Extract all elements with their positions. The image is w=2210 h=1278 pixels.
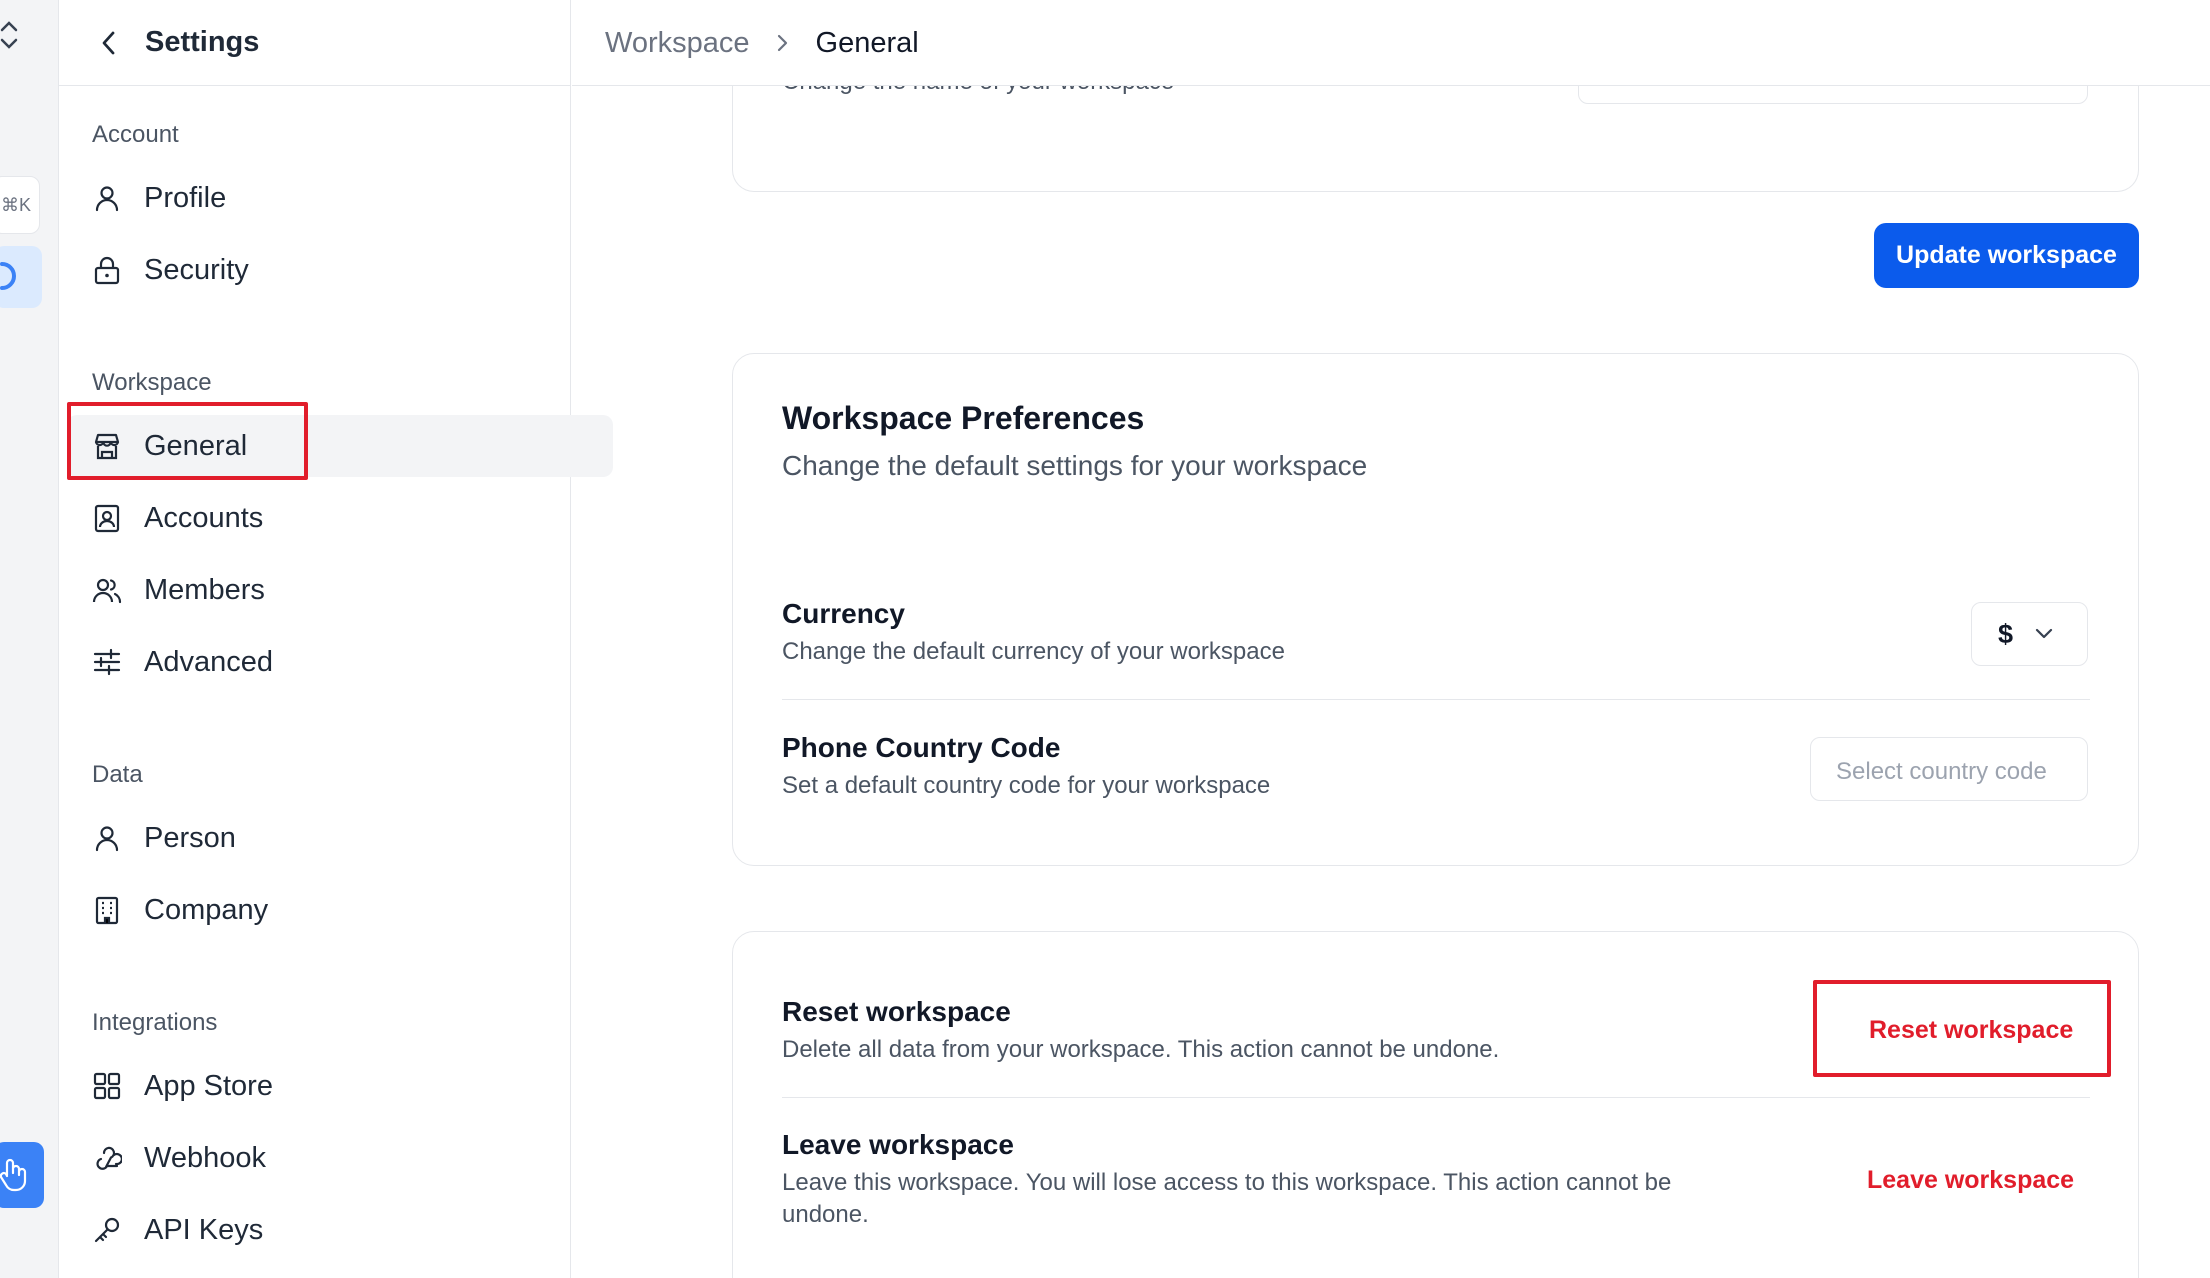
reset-workspace-button[interactable]: Reset workspace bbox=[1869, 1016, 2073, 1045]
leave-description-line-2: undone. bbox=[782, 1201, 869, 1228]
sidebar-item-label: General bbox=[144, 429, 248, 462]
loading-spinner-icon bbox=[0, 262, 16, 290]
sidebar-item-api-keys[interactable]: API Keys bbox=[67, 1199, 614, 1261]
sidebar-item-person[interactable]: Person bbox=[67, 807, 614, 869]
sidebar-item-advanced[interactable]: Advanced bbox=[67, 631, 614, 693]
danger-zone-card: Reset workspace Delete all data from you… bbox=[732, 931, 2139, 1278]
workspace-preferences-card: Workspace Preferences Change the default… bbox=[732, 353, 2139, 866]
reset-workspace-description: Delete all data from your workspace. Thi… bbox=[782, 1036, 1500, 1063]
chevron-right-icon bbox=[776, 31, 790, 55]
breadcrumb-current: General bbox=[815, 26, 919, 59]
sidebar-item-label: Profile bbox=[144, 181, 227, 214]
breadcrumb-parent[interactable]: Workspace bbox=[605, 27, 750, 60]
phone-code-title: Phone Country Code bbox=[782, 732, 1061, 763]
currency-value: $ bbox=[1998, 618, 2014, 649]
app-rail: ⌘K bbox=[0, 0, 59, 1278]
sidebar-item-label: Members bbox=[144, 573, 265, 606]
command-shortcut-badge[interactable]: ⌘K bbox=[0, 176, 40, 234]
help-button[interactable] bbox=[0, 1142, 44, 1208]
sidebar-item-label: Person bbox=[144, 821, 236, 854]
user-icon bbox=[95, 186, 119, 212]
sliders-icon bbox=[93, 648, 121, 676]
section-label-account: Account bbox=[92, 121, 179, 148]
sidebar-item-label: Company bbox=[144, 893, 269, 926]
divider bbox=[782, 1097, 2090, 1098]
currency-select[interactable]: $ bbox=[1971, 602, 2088, 666]
section-label-integrations: Integrations bbox=[92, 1009, 218, 1036]
phone-code-description: Set a default country code for your work… bbox=[782, 772, 1271, 799]
leave-workspace-description: Leave this workspace. You will lose acce… bbox=[782, 1167, 1671, 1231]
sidebar-item-profile[interactable]: Profile bbox=[67, 167, 614, 229]
settings-title: Settings bbox=[145, 26, 260, 58]
country-code-select[interactable]: Select country code bbox=[1810, 737, 2088, 801]
leave-workspace-title: Leave workspace bbox=[782, 1129, 1014, 1160]
users-icon bbox=[92, 578, 122, 604]
settings-header: Settings bbox=[59, 0, 570, 86]
building-icon bbox=[95, 896, 119, 925]
sidebar-item-label: Advanced bbox=[144, 645, 273, 678]
contact-card-icon bbox=[94, 504, 120, 533]
sidebar-item-label: App Store bbox=[144, 1069, 273, 1102]
sidebar-item-webhook[interactable]: Webhook bbox=[67, 1127, 614, 1189]
leave-description-line-1: Leave this workspace. You will lose acce… bbox=[782, 1169, 1672, 1196]
sidebar-item-label: API Keys bbox=[144, 1213, 264, 1246]
webhook-icon bbox=[96, 1146, 122, 1170]
sidebar-item-label: Security bbox=[144, 253, 249, 286]
update-workspace-button[interactable]: Update workspace bbox=[1874, 223, 2139, 288]
divider bbox=[782, 699, 2090, 700]
sidebar-item-label: Accounts bbox=[144, 501, 264, 534]
sidebar-item-security[interactable]: Security bbox=[67, 239, 614, 301]
sidebar-item-members[interactable]: Members bbox=[67, 559, 614, 621]
preferences-title: Workspace Preferences bbox=[782, 400, 1145, 436]
breadcrumb-overlay: Workspace General bbox=[572, 0, 2210, 86]
currency-description: Change the default currency of your work… bbox=[782, 638, 1285, 665]
currency-title: Currency bbox=[782, 598, 905, 629]
key-icon bbox=[94, 1217, 120, 1243]
lock-icon bbox=[94, 256, 120, 285]
chevron-down-icon bbox=[2035, 628, 2053, 639]
sidebar-item-accounts[interactable]: Accounts bbox=[67, 487, 614, 549]
section-label-data: Data bbox=[92, 761, 143, 788]
workspace-switcher-icon[interactable] bbox=[0, 16, 20, 52]
loading-indicator bbox=[0, 246, 42, 308]
store-icon bbox=[94, 433, 120, 460]
pointer-hand-icon bbox=[0, 1158, 27, 1192]
settings-sidebar: Settings Account Profile Security Worksp… bbox=[59, 0, 613, 1278]
sidebar-item-label: Webhook bbox=[144, 1141, 266, 1174]
reset-workspace-title: Reset workspace bbox=[782, 996, 1011, 1027]
sidebar-item-company[interactable]: Company bbox=[67, 879, 614, 941]
sidebar-item-app-store[interactable]: App Store bbox=[67, 1055, 614, 1117]
shortcut-label: ⌘K bbox=[1, 195, 32, 215]
leave-workspace-button[interactable]: Leave workspace bbox=[1867, 1166, 2074, 1195]
back-chevron-icon[interactable] bbox=[99, 29, 119, 57]
user-icon bbox=[95, 826, 119, 852]
preferences-subtitle: Change the default settings for your wor… bbox=[782, 450, 1368, 481]
grid-icon bbox=[93, 1072, 121, 1100]
section-label-workspace: Workspace bbox=[92, 369, 212, 396]
sidebar-item-general[interactable]: General bbox=[67, 415, 613, 477]
